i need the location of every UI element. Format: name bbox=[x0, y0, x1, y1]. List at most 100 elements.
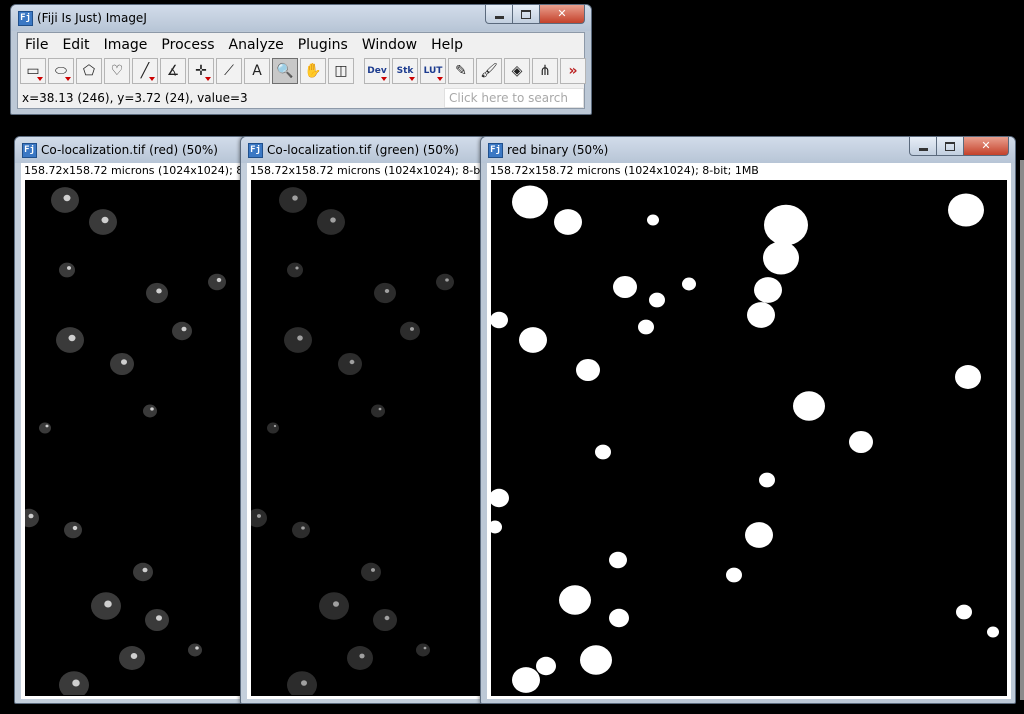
cell-spot bbox=[301, 526, 305, 530]
cell-blob bbox=[371, 404, 385, 418]
image-window-green[interactable]: Fj Co-localization.tif (green) (50%) 158… bbox=[240, 136, 502, 704]
stk-tool[interactable]: Stk bbox=[392, 58, 418, 84]
fiji-logo-icon: Fj bbox=[18, 11, 33, 26]
binary-titlebar[interactable]: Fj red binary (50%) ✕ bbox=[481, 137, 1015, 163]
text-tool[interactable]: A bbox=[244, 58, 270, 84]
binary-particle bbox=[763, 241, 799, 275]
wand-tool-icon: ⟋ bbox=[224, 63, 234, 79]
binary-particle bbox=[647, 214, 659, 226]
dropdown-indicator-icon bbox=[149, 77, 155, 81]
binary-particle bbox=[987, 626, 999, 638]
dropdown-indicator-icon bbox=[37, 77, 43, 81]
cell-blob bbox=[436, 273, 454, 291]
binary-particle bbox=[595, 444, 611, 460]
red-image-info: 158.72x158.72 microns (1024x1024); 8-bit… bbox=[21, 163, 253, 178]
cell-blob bbox=[143, 404, 157, 418]
cell-spot bbox=[67, 266, 71, 270]
cell-spot bbox=[295, 266, 299, 270]
red-titlebar[interactable]: Fj Co-localization.tif (red) (50%) bbox=[15, 137, 257, 163]
magnifier-tool[interactable]: 🔍 bbox=[272, 58, 298, 84]
maximize-button[interactable] bbox=[937, 137, 964, 156]
cell-blob bbox=[361, 562, 381, 582]
menu-file[interactable]: File bbox=[18, 33, 55, 55]
cell-spot bbox=[28, 513, 34, 519]
binary-particle bbox=[613, 275, 637, 299]
binary-particle bbox=[536, 656, 556, 676]
cell-blob bbox=[317, 209, 345, 235]
search-field[interactable]: Click here to search bbox=[444, 88, 584, 108]
binary-particle bbox=[559, 585, 591, 615]
cell-spot bbox=[130, 653, 138, 659]
menu-analyze[interactable]: Analyze bbox=[222, 33, 291, 55]
cell-blob bbox=[267, 422, 279, 434]
cell-spot bbox=[257, 514, 261, 518]
maximize-button[interactable] bbox=[513, 5, 540, 24]
freehand-tool-icon: ♡ bbox=[110, 63, 124, 79]
image-window-binary[interactable]: Fj red binary (50%) ✕ 158.72x158.72 micr… bbox=[480, 136, 1016, 704]
menu-plugins[interactable]: Plugins bbox=[291, 33, 355, 55]
cell-spot bbox=[150, 407, 154, 411]
minimize-button[interactable] bbox=[485, 5, 513, 24]
more-tools[interactable]: » bbox=[560, 58, 586, 84]
dev-tool[interactable]: Dev bbox=[364, 58, 390, 84]
cell-blob bbox=[64, 521, 82, 539]
dropdown-indicator-icon bbox=[205, 77, 211, 81]
rectangle-tool[interactable]: ▭ bbox=[20, 58, 46, 84]
minimize-icon bbox=[495, 16, 504, 19]
menu-edit[interactable]: Edit bbox=[55, 33, 96, 55]
cell-spot bbox=[410, 327, 414, 331]
cell-spot bbox=[445, 278, 449, 282]
angle-tool[interactable]: ∡ bbox=[160, 58, 186, 84]
green-image-canvas[interactable] bbox=[251, 180, 493, 696]
menu-help[interactable]: Help bbox=[424, 33, 470, 55]
tree-tool[interactable]: ⋔ bbox=[532, 58, 558, 84]
status-line: x=38.13 (246), y=3.72 (24), value=3 bbox=[22, 91, 248, 105]
green-titlebar[interactable]: Fj Co-localization.tif (green) (50%) bbox=[241, 137, 501, 163]
close-button[interactable]: ✕ bbox=[540, 5, 585, 24]
main-titlebar[interactable]: Fj (Fiji Is Just) ImageJ ✕ bbox=[11, 5, 591, 31]
cell-spot bbox=[301, 680, 307, 686]
binary-image-info: 158.72x158.72 microns (1024x1024); 8-bit… bbox=[487, 163, 1011, 178]
menu-image[interactable]: Image bbox=[97, 33, 155, 55]
binary-particle bbox=[955, 365, 981, 389]
tree-tool-icon: ⋔ bbox=[539, 63, 551, 79]
dev-tool-icon: Dev bbox=[367, 65, 387, 76]
pencil-tool[interactable]: ✎ bbox=[448, 58, 474, 84]
menu-window[interactable]: Window bbox=[355, 33, 424, 55]
polygon-tool[interactable]: ⬠ bbox=[76, 58, 102, 84]
freehand-tool[interactable]: ♡ bbox=[104, 58, 130, 84]
red-image-canvas[interactable] bbox=[25, 180, 249, 696]
binary-image-canvas[interactable] bbox=[491, 180, 1007, 696]
point-tool[interactable]: ✛ bbox=[188, 58, 214, 84]
cell-spot bbox=[121, 359, 127, 365]
image-window-red[interactable]: Fj Co-localization.tif (red) (50%) 158.7… bbox=[14, 136, 258, 704]
binary-particle bbox=[956, 604, 972, 620]
cell-blob bbox=[208, 273, 226, 291]
cell-blob bbox=[284, 327, 312, 353]
minimize-button[interactable] bbox=[909, 137, 937, 156]
cell-spot bbox=[359, 653, 365, 659]
green-canvas-frame bbox=[247, 178, 497, 699]
oval-tool[interactable]: ⬭ bbox=[48, 58, 74, 84]
binary-particle bbox=[793, 391, 825, 421]
cell-spot bbox=[63, 194, 71, 202]
cell-spot bbox=[378, 407, 382, 411]
brush-tool[interactable]: 🖌 bbox=[476, 58, 502, 84]
hand-tool[interactable]: ✋ bbox=[300, 58, 326, 84]
color-picker-tool[interactable]: ◫ bbox=[328, 58, 354, 84]
flood-fill-tool[interactable]: ◈ bbox=[504, 58, 530, 84]
text-tool-icon: A bbox=[252, 63, 262, 79]
line-tool[interactable]: ╱ bbox=[132, 58, 158, 84]
cell-blob bbox=[172, 321, 192, 341]
cell-blob bbox=[146, 282, 168, 304]
menu-process[interactable]: Process bbox=[154, 33, 221, 55]
cell-spot bbox=[333, 601, 339, 607]
close-button[interactable]: ✕ bbox=[964, 137, 1009, 156]
line-tool-icon: ╱ bbox=[140, 63, 150, 79]
binary-particle bbox=[491, 311, 508, 329]
lut-tool[interactable]: LUT bbox=[420, 58, 446, 84]
point-tool-icon: ✛ bbox=[195, 63, 207, 79]
cell-spot bbox=[68, 334, 76, 342]
wand-tool[interactable]: ⟋ bbox=[216, 58, 242, 84]
close-icon: ✕ bbox=[981, 138, 991, 152]
